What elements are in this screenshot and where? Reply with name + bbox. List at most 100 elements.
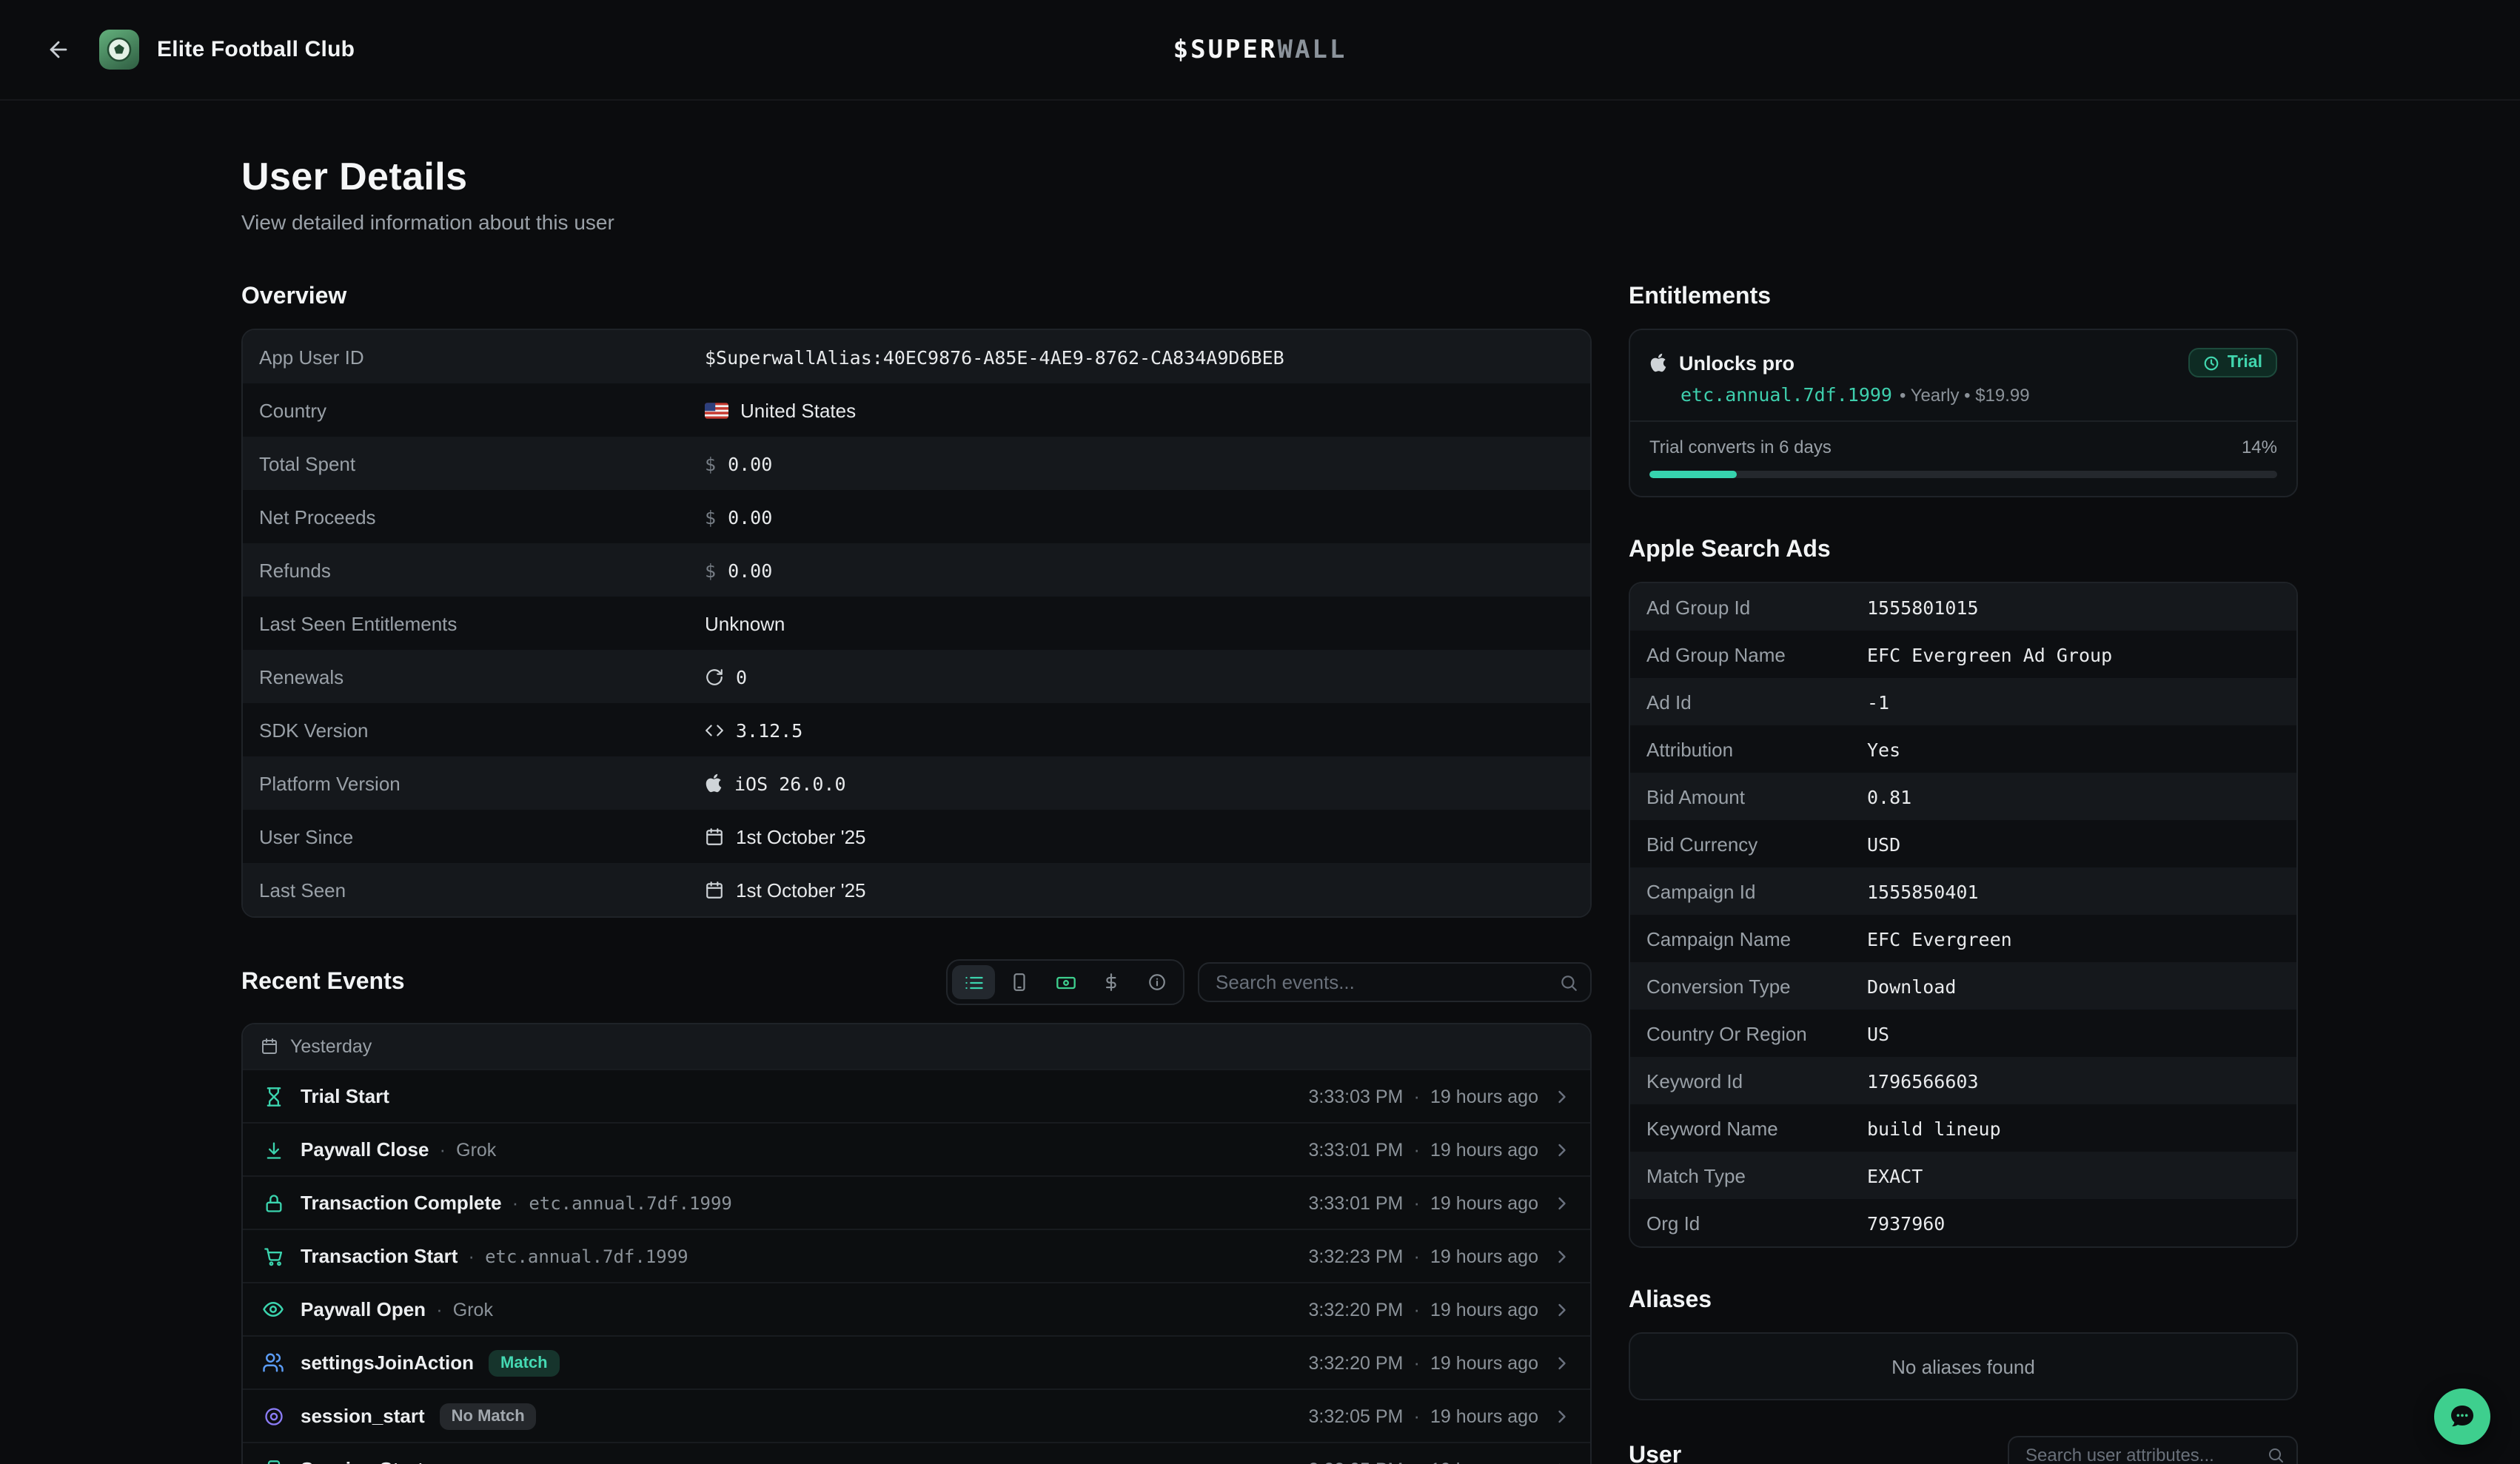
row-value-text: iOS 26.0.0 (734, 772, 846, 794)
filter-transaction-events-button[interactable] (1090, 965, 1133, 999)
event-row[interactable]: Paywall Open · Grok 3:32:20 PM · 19 hour… (243, 1282, 1590, 1335)
event-name: Trial Start (301, 1085, 389, 1107)
row-value-text: 0 (736, 665, 747, 688)
hourglass-icon (261, 1086, 286, 1107)
event-row[interactable]: settingsJoinAction Match 3:32:20 PM · 19… (243, 1335, 1590, 1389)
row-label: Org Id (1646, 1212, 1867, 1234)
calendar-icon (705, 880, 724, 899)
event-time: 3:32:05 PM (1308, 1459, 1403, 1464)
row-label: Match Type (1646, 1164, 1867, 1186)
left-column: User Details View detailed information a… (241, 154, 1592, 1464)
app-root: Elite Football Club $SUPERWALL User Deta… (0, 0, 2520, 1464)
club-badge-icon (99, 30, 139, 70)
row-value-text: 1st October '25 (736, 825, 866, 847)
event-ago: 19 hours ago (1430, 1139, 1538, 1160)
chevron-right-icon (1552, 1139, 1572, 1160)
trial-badge: Trial (2189, 348, 2277, 377)
user-attributes-search-input[interactable] (2008, 1436, 2298, 1464)
aliases-heading: Aliases (1629, 1286, 2298, 1314)
event-name: Session Start (301, 1458, 423, 1464)
row-value: 1st October '25 (705, 879, 866, 901)
separator: · (436, 1298, 443, 1320)
events-group-label: Yesterday (290, 1036, 372, 1057)
overview-heading: Overview (241, 283, 1592, 311)
separator: · (1413, 1192, 1420, 1214)
event-row[interactable]: Transaction Start · etc.annual.7df.1999 … (243, 1229, 1590, 1282)
trial-status-row: Trial converts in 6 days 14% (1649, 437, 2277, 457)
event-ago: 19 hours ago (1430, 1086, 1538, 1107)
event-row[interactable]: Trial Start 3:33:03 PM · 19 hours ago (243, 1069, 1590, 1122)
chevron-right-icon (1552, 1246, 1572, 1266)
row-label: Net Proceeds (259, 506, 705, 528)
event-row[interactable]: Transaction Complete · etc.annual.7df.19… (243, 1175, 1590, 1229)
filter-all-events-button[interactable] (952, 965, 995, 999)
entitlements-heading: Entitlements (1629, 283, 2298, 311)
row-value: US (1867, 1022, 1889, 1044)
table-row: Ad Group NameEFC Evergreen Ad Group (1630, 631, 2296, 678)
back-button[interactable] (37, 29, 78, 70)
event-ago: 19 hours ago (1430, 1192, 1538, 1213)
table-row: Last Seen 1st October '25 (243, 863, 1590, 916)
event-row[interactable]: session_start No Match 3:32:05 PM · 19 h… (243, 1389, 1590, 1442)
events-list: Yesterday Trial Start 3:33:03 PM · 19 ho… (241, 1023, 1592, 1464)
table-row: Bid CurrencyUSD (1630, 820, 2296, 867)
logo-text-wall: WALL (1277, 35, 1347, 64)
event-name: Paywall Close (301, 1138, 429, 1161)
event-time: 3:33:03 PM (1308, 1086, 1403, 1107)
main-content: User Details View detailed information a… (0, 101, 2520, 1464)
event-row[interactable]: Session Start 3:32:05 PM · 19 hours ago (243, 1442, 1590, 1464)
filter-info-events-button[interactable] (1136, 965, 1179, 999)
table-row: Conversion TypeDownload (1630, 962, 2296, 1010)
event-row[interactable]: Paywall Close · Grok 3:33:01 PM · 19 hou… (243, 1122, 1590, 1175)
row-label: Campaign Name (1646, 927, 1867, 950)
trial-progress-fill (1649, 471, 1737, 478)
event-time: 3:33:01 PM (1308, 1192, 1403, 1213)
superwall-logo: $SUPERWALL (1173, 35, 1347, 64)
users-icon (261, 1351, 286, 1374)
row-value: 1555850401 (1867, 880, 1979, 902)
row-value: 3.12.5 (705, 719, 802, 741)
currency-prefix: $ (705, 452, 716, 474)
table-row: Campaign NameEFC Evergreen (1630, 915, 2296, 962)
events-header: Recent Events (241, 959, 1592, 1005)
row-label: App User ID (259, 346, 705, 368)
table-row: Org Id7937960 (1630, 1199, 2296, 1246)
row-label: Ad Id (1646, 691, 1867, 713)
list-icon (963, 972, 984, 993)
event-time: 3:32:20 PM (1308, 1299, 1403, 1320)
row-label: Last Seen (259, 879, 705, 901)
row-label: Attribution (1646, 738, 1867, 760)
event-time: 3:33:01 PM (1308, 1139, 1403, 1160)
search-icon (1559, 973, 1578, 992)
events-search-input[interactable] (1198, 962, 1592, 1002)
event-meta: 3:33:01 PM · 19 hours ago (1308, 1138, 1572, 1161)
row-value: 1st October '25 (705, 825, 866, 847)
event-ago: 19 hours ago (1430, 1406, 1538, 1426)
event-meta: 3:33:03 PM · 19 hours ago (1308, 1085, 1572, 1107)
chat-launcher-button[interactable] (2434, 1389, 2490, 1445)
row-value: iOS 26.0.0 (705, 772, 846, 794)
table-row: Net Proceeds $ 0.00 (243, 490, 1590, 543)
us-flag-icon (705, 402, 728, 418)
events-controls (946, 959, 1592, 1005)
table-row: Renewals 0 (243, 650, 1590, 703)
user-heading: User (1629, 1441, 1681, 1464)
row-value: EXACT (1867, 1164, 1923, 1186)
calendar-icon (261, 1038, 278, 1055)
cart-icon (261, 1246, 286, 1266)
chevron-right-icon (1552, 1299, 1572, 1320)
row-label: Bid Currency (1646, 833, 1867, 855)
entitlement-meta-text: • Yearly • $19.99 (1900, 384, 2030, 405)
row-value: 0 (705, 665, 747, 688)
table-row: Match TypeEXACT (1630, 1152, 2296, 1199)
logo-text-super: $SUPER (1173, 35, 1278, 64)
filter-revenue-events-button[interactable] (1044, 965, 1087, 999)
arrow-down-to-line-icon (261, 1139, 286, 1160)
event-subtitle: etc.annual.7df.1999 (529, 1192, 732, 1213)
row-value-text: 1st October '25 (736, 879, 866, 901)
row-value: United States (705, 399, 856, 421)
event-ago: 19 hours ago (1430, 1352, 1538, 1373)
row-label: Ad Group Name (1646, 643, 1867, 665)
aliases-empty-card: No aliases found (1629, 1332, 2298, 1400)
filter-device-events-button[interactable] (998, 965, 1041, 999)
